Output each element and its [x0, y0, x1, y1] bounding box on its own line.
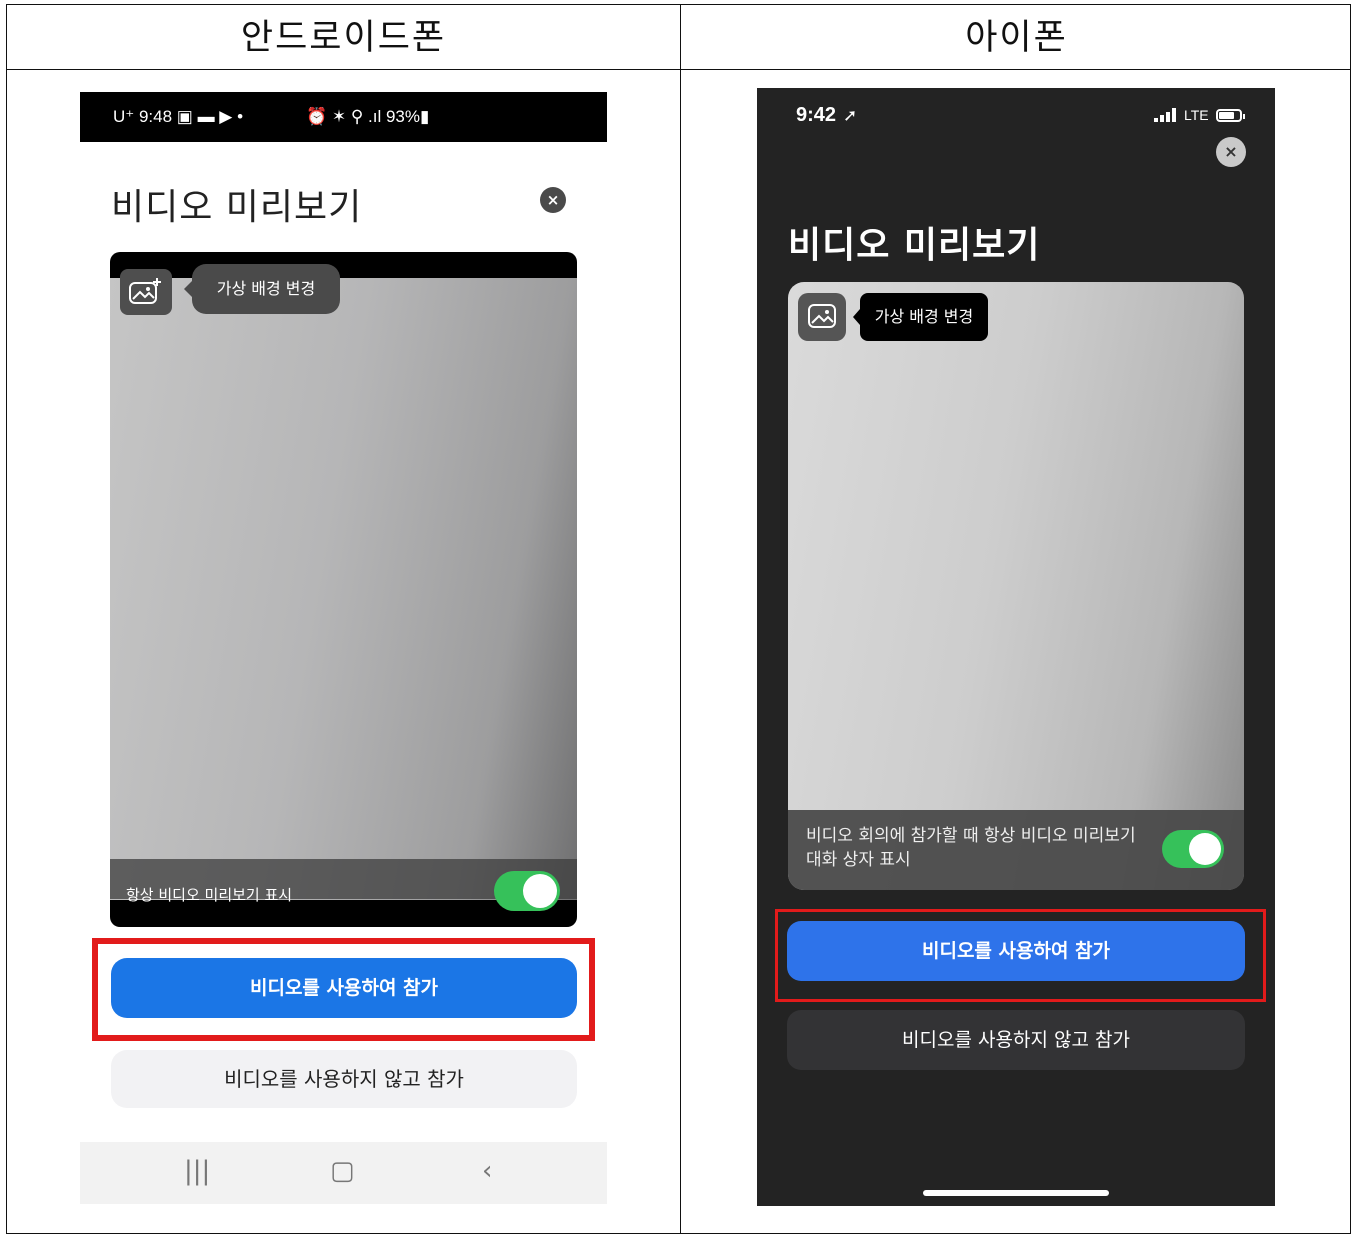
page-title: 비디오 미리보기 — [111, 187, 363, 228]
toggle-knob — [1189, 833, 1221, 865]
always-show-label: 항상 비디오 미리보기 표시 — [126, 886, 293, 904]
header-divider — [7, 69, 1350, 70]
highlight-box-iphone — [775, 909, 1266, 1002]
status-time: 9:42 — [796, 104, 837, 126]
image-icon — [808, 304, 836, 328]
join-without-video-button[interactable]: 비디오를 사용하지 않고 참가 — [111, 1050, 577, 1108]
home-indicator[interactable] — [923, 1190, 1109, 1196]
video-preview: 가상 배경 변경 항상 비디오 미리보기 표시 — [110, 252, 577, 927]
always-show-toggle[interactable] — [494, 871, 560, 911]
always-show-toggle[interactable] — [1162, 830, 1224, 868]
back-icon[interactable]: ‹ — [482, 1156, 492, 1186]
virtual-background-tooltip: 가상 배경 변경 — [184, 264, 340, 314]
status-right: ⏰ ✶ ⚲ .ıl 93%▮ — [306, 107, 430, 126]
location-icon: ➚ — [843, 106, 858, 126]
page-title: 비디오 미리보기 — [788, 225, 1041, 266]
recent-apps-icon[interactable]: ||| — [184, 1156, 210, 1186]
header-iphone: 아이폰 — [965, 18, 1068, 58]
close-icon[interactable]: × — [1216, 137, 1246, 167]
join-without-video-button[interactable]: 비디오를 사용하지 않고 참가 — [787, 1010, 1245, 1070]
video-preview: 가상 배경 변경 비디오 회의에 참가할 때 항상 비디오 미리보기 대화 상자… — [788, 282, 1244, 890]
always-show-label: 비디오 회의에 참가할 때 항상 비디오 미리보기 대화 상자 표시 — [806, 826, 1136, 870]
header-android: 안드로이드폰 — [240, 18, 447, 58]
signal-icon — [1154, 108, 1176, 122]
highlight-box-android — [92, 938, 595, 1041]
virtual-background-button[interactable] — [798, 293, 846, 341]
close-icon[interactable]: × — [540, 187, 566, 213]
battery-icon — [1216, 109, 1245, 122]
toggle-knob — [523, 874, 557, 908]
virtual-background-tooltip: 가상 배경 변경 — [853, 293, 988, 341]
iphone-screen: 9:42 ➚ LTE × 비디오 미리보기 가상 배경 변경 비디오 회의에 참… — [757, 88, 1275, 1206]
status-left: U⁺ 9:48 ▣ ▬ ▶ • — [113, 107, 244, 126]
nav-bar: ||| ▢ ‹ — [80, 1142, 607, 1204]
status-bar: U⁺ 9:48 ▣ ▬ ▶ • ⏰ ✶ ⚲ .ıl 93%▮ — [80, 92, 607, 142]
camera-feed — [110, 278, 577, 900]
network-label: LTE — [1184, 107, 1209, 123]
virtual-background-button[interactable] — [120, 269, 172, 315]
column-divider — [680, 5, 681, 1233]
image-add-icon — [129, 278, 161, 304]
home-icon[interactable]: ▢ — [330, 1156, 355, 1186]
